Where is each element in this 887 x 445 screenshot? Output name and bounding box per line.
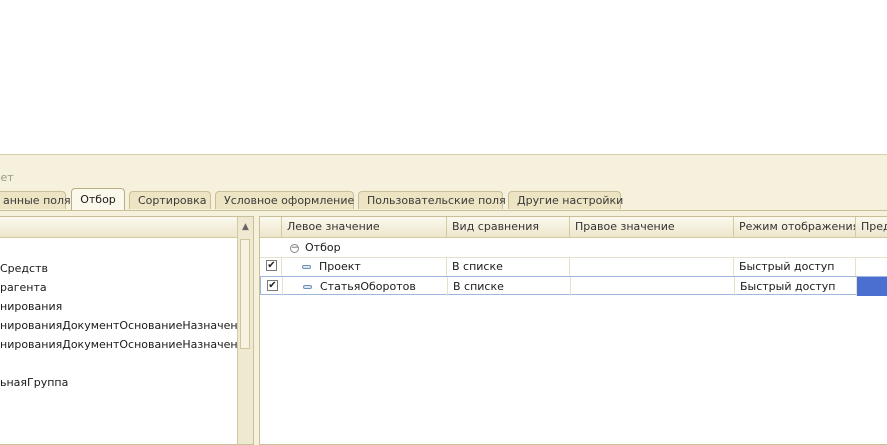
field-item[interactable]: нированияДокументОснованиеНазначениеПла — [0, 336, 253, 354]
right-value-cell[interactable] — [570, 257, 734, 276]
field-item[interactable]: нирования — [0, 298, 62, 316]
settings-tabs: анные поля Отбор Сортировка Условное офо… — [0, 188, 887, 211]
display-mode-cell[interactable]: Быстрый доступ — [735, 277, 857, 296]
group-label: Отбор — [305, 241, 341, 254]
settings-panel: чет анные поля Отбор Сортировка Условное… — [0, 154, 887, 445]
scroll-up-arrow-icon[interactable]: ▲ — [238, 217, 253, 237]
column-header-check — [260, 217, 282, 237]
table-row[interactable]: ✔ Проект В списке Быстрый доступ — [260, 257, 887, 277]
presentation-cell[interactable] — [856, 257, 887, 276]
column-header-display-mode[interactable]: Режим отображения — [734, 217, 856, 237]
fields-tree-header — [0, 217, 238, 238]
field-item[interactable]: рагента — [0, 279, 47, 297]
column-header-presentation[interactable]: Пред — [856, 217, 887, 237]
filter-group-row[interactable]: − Отбор — [260, 238, 887, 258]
filter-enabled-checkbox[interactable]: ✔ — [266, 260, 277, 271]
tab-conditional-formatting[interactable]: Условное оформление — [215, 191, 354, 209]
column-header-comparison[interactable]: Вид сравнения — [447, 217, 570, 237]
fields-scrollbar[interactable]: ▲ — [237, 217, 253, 444]
tab-filter[interactable]: Отбор — [71, 188, 125, 210]
tab-other-settings[interactable]: Другие настройки — [508, 191, 623, 209]
comparison-cell[interactable]: В списке — [448, 277, 571, 296]
tab-sorting[interactable]: Сортировка — [129, 191, 211, 209]
tab-user-fields[interactable]: Пользовательские поля — [358, 191, 506, 209]
right-value-cell[interactable] — [571, 277, 735, 296]
scroll-thumb[interactable] — [240, 239, 250, 349]
report-output-area — [0, 0, 887, 154]
display-mode-cell[interactable]: Быстрый доступ — [734, 257, 856, 276]
table-row[interactable]: ✔ СтатьяОборотов В списке Быстрый доступ — [260, 276, 887, 296]
available-fields-tree[interactable]: Средств рагента нирования нированияДокум… — [0, 216, 254, 445]
filter-grid[interactable]: Левое значение Вид сравнения Правое знач… — [259, 216, 887, 445]
field-type-icon — [302, 265, 311, 269]
field-item[interactable]: Средств — [0, 260, 48, 278]
column-header-right-value[interactable]: Правое значение — [570, 217, 734, 237]
filter-grid-header: Левое значение Вид сравнения Правое знач… — [260, 217, 887, 238]
column-header-left-value[interactable]: Левое значение — [282, 217, 447, 237]
left-value[interactable]: Проект — [319, 260, 361, 273]
left-value[interactable]: СтатьяОборотов — [320, 280, 416, 293]
tab-divider — [0, 210, 887, 211]
filter-enabled-checkbox[interactable]: ✔ — [267, 280, 278, 291]
field-item[interactable]: нированияДокументОснованиеНазначениеПла — [0, 317, 253, 335]
presentation-cell-selected[interactable] — [857, 277, 887, 296]
tab-data-fields[interactable]: анные поля — [0, 191, 71, 209]
collapse-icon[interactable]: − — [290, 243, 299, 253]
panel-caption: чет — [0, 171, 14, 184]
field-type-icon — [303, 285, 312, 289]
comparison-cell[interactable]: В списке — [447, 257, 570, 276]
field-item[interactable]: ьнаяГруппа — [0, 374, 68, 392]
